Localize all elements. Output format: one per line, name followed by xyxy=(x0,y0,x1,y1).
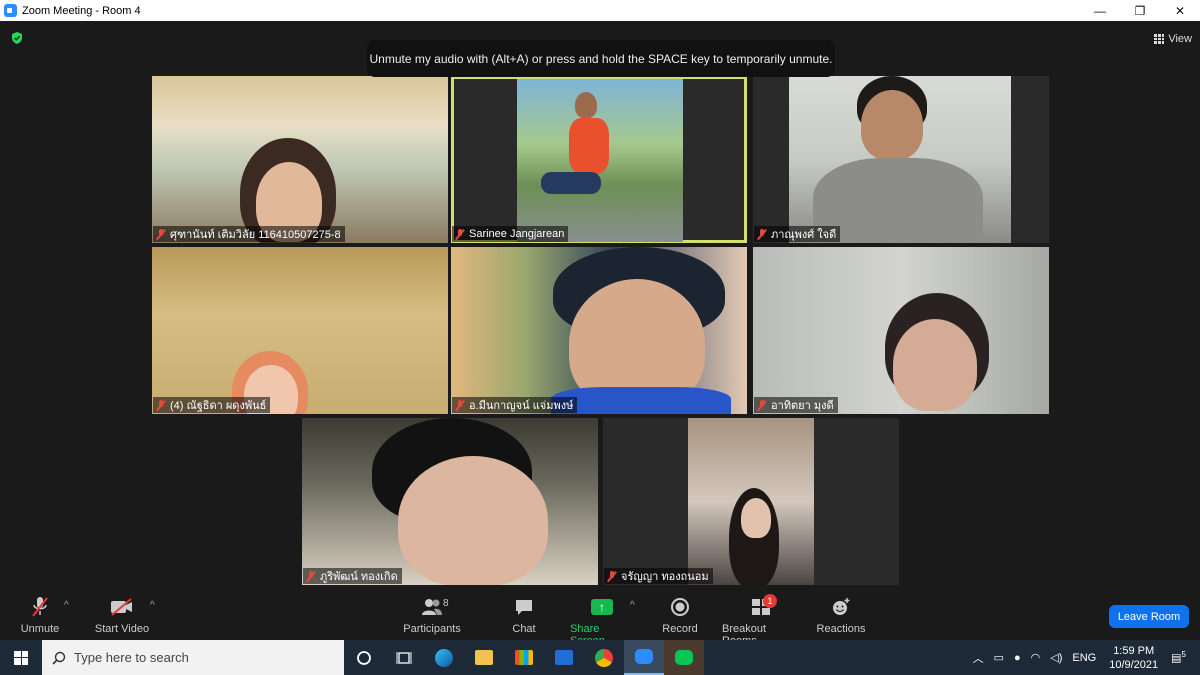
search-icon xyxy=(52,651,66,665)
mic-muted-icon xyxy=(757,228,767,240)
clock-date: 10/9/2021 xyxy=(1109,658,1159,671)
reactions-label: Reactions xyxy=(816,623,866,635)
video-tile[interactable]: ภาณุพงศ์ ใจดี xyxy=(753,76,1049,243)
minimize-button[interactable]: — xyxy=(1080,0,1120,21)
notification-count: 5 xyxy=(1181,650,1186,660)
participant-name-bar: ภาณุพงศ์ ใจดี xyxy=(754,226,841,242)
share-options-chevron-icon[interactable]: ^ xyxy=(630,600,635,611)
microphone-icon[interactable]: ● xyxy=(1009,652,1026,664)
video-off-icon xyxy=(110,596,134,618)
video-tile[interactable]: อาทิตยา มุงดี xyxy=(753,247,1049,414)
unmute-label: Unmute xyxy=(20,623,60,635)
video-tile[interactable]: ศุฑานันท์ เติมวิลัย 116410507275-8 xyxy=(152,76,448,243)
line-app-icon[interactable] xyxy=(664,640,704,675)
participant-name: อ.มีนกาญจน์ แจ่มพงษ์ xyxy=(469,400,574,412)
mic-muted-icon xyxy=(455,228,465,240)
title-bar: Zoom Meeting - Room 4 — ❐ ✕ xyxy=(0,0,1200,21)
start-video-button[interactable]: Start Video xyxy=(94,596,150,635)
unmute-tooltip: Unmute my audio with (Alt+A) or press an… xyxy=(367,40,835,77)
record-label: Record xyxy=(662,623,698,635)
video-tile[interactable]: ภูริพัฒน์ ทองเกิด xyxy=(302,418,598,585)
window-title: Zoom Meeting - Room 4 xyxy=(22,4,141,17)
participant-name: ภูริพัฒน์ ทองเกิด xyxy=(320,571,398,583)
mic-muted-icon xyxy=(757,399,767,411)
mic-muted-icon xyxy=(156,399,166,411)
mic-muted-icon xyxy=(31,596,49,618)
participant-name-bar: อ.มีนกาญจน์ แจ่มพงษ์ xyxy=(452,397,578,413)
participant-name-bar: ภูริพัฒน์ ทองเกิด xyxy=(303,568,402,584)
windows-logo-icon xyxy=(14,650,28,665)
participant-name-bar: Sarinee Jangjarean xyxy=(452,226,569,242)
file-explorer-icon[interactable] xyxy=(464,640,504,675)
wifi-icon[interactable]: ◠ xyxy=(1026,651,1046,664)
battery-icon[interactable]: ▭ xyxy=(989,651,1009,664)
video-tile-active-speaker[interactable]: Sarinee Jangjarean xyxy=(451,76,747,243)
chat-label: Chat xyxy=(512,623,536,635)
record-icon xyxy=(670,596,690,618)
mail-icon[interactable] xyxy=(544,640,584,675)
mic-muted-icon xyxy=(156,228,166,240)
zoom-taskbar-icon[interactable] xyxy=(624,640,664,675)
audio-options-chevron-icon[interactable]: ^ xyxy=(64,600,69,611)
edge-icon[interactable] xyxy=(424,640,464,675)
share-screen-icon: ↑ xyxy=(591,596,613,618)
mic-muted-icon xyxy=(306,570,316,582)
reactions-icon xyxy=(831,596,851,618)
language-indicator[interactable]: ENG xyxy=(1067,652,1101,664)
video-tile[interactable]: (4) ณัฐธิดา ผดุงพันธ์ xyxy=(152,247,448,414)
participant-name: ศุฑานันท์ เติมวิลัย 116410507275-8 xyxy=(170,229,341,241)
unmute-button[interactable]: Unmute xyxy=(20,596,60,635)
start-button[interactable] xyxy=(0,640,42,675)
participant-name: จรัญญา ทองถนอม xyxy=(621,571,709,583)
chat-button[interactable]: Chat xyxy=(508,596,540,635)
participant-name: อาทิตยา มุงดี xyxy=(771,400,834,412)
breakout-rooms-icon: 1 xyxy=(751,594,777,618)
participant-name: Sarinee Jangjarean xyxy=(469,228,565,240)
meeting-toolbar: Unmute ^ Start Video ^ 8 Participants Ch… xyxy=(0,592,1200,647)
grid-view-icon xyxy=(1154,34,1165,44)
windows-taskbar: Type here to search ︿ ▭ ● ◠ ◁) ENG 1:59 … xyxy=(0,640,1200,675)
clock[interactable]: 1:59 PM 10/9/2021 xyxy=(1101,644,1166,672)
shield-icon[interactable] xyxy=(10,31,24,45)
video-tile[interactable]: อ.มีนกาญจน์ แจ่มพงษ์ xyxy=(451,247,747,414)
participant-name-bar: (4) ณัฐธิดา ผดุงพันธ์ xyxy=(153,397,271,413)
search-placeholder: Type here to search xyxy=(74,650,189,665)
reactions-button[interactable]: Reactions xyxy=(816,596,866,635)
start-video-label: Start Video xyxy=(94,623,150,635)
zoom-app-icon xyxy=(4,4,17,17)
microsoft-store-icon[interactable] xyxy=(504,640,544,675)
taskbar-search-box[interactable]: Type here to search xyxy=(42,640,344,675)
participant-name-bar: จรัญญา ทองถนอม xyxy=(604,568,713,584)
participants-label: Participants xyxy=(403,623,461,635)
system-tray: ︿ ▭ ● ◠ ◁) ENG 1:59 PM 10/9/2021 ▤5 xyxy=(968,640,1200,675)
clock-time: 1:59 PM xyxy=(1113,644,1155,657)
cortana-icon[interactable] xyxy=(344,640,384,675)
window-controls: — ❐ ✕ xyxy=(1080,0,1200,21)
participant-name: (4) ณัฐธิดา ผดุงพันธ์ xyxy=(170,400,267,412)
record-button[interactable]: Record xyxy=(662,596,698,635)
participant-name: ภาณุพงศ์ ใจดี xyxy=(771,229,837,241)
video-options-chevron-icon[interactable]: ^ xyxy=(150,600,155,611)
chat-icon xyxy=(514,596,534,618)
volume-icon[interactable]: ◁) xyxy=(1045,651,1067,664)
participant-name-bar: ศุฑานันท์ เติมวิลัย 116410507275-8 xyxy=(153,226,345,242)
notifications-icon[interactable]: ▤5 xyxy=(1166,650,1200,665)
participants-button[interactable]: 8 Participants xyxy=(403,596,461,635)
mic-muted-icon xyxy=(607,570,617,582)
participant-name-bar: อาทิตยา มุงดี xyxy=(754,397,838,413)
chrome-icon[interactable] xyxy=(584,640,624,675)
view-label: View xyxy=(1168,33,1192,45)
zoom-window: Zoom Meeting - Room 4 — ❐ ✕ View ศุฑานัน… xyxy=(0,0,1200,647)
video-tile[interactable]: จรัญญา ทองถนอม xyxy=(603,418,899,585)
breakout-badge: 1 xyxy=(763,594,777,608)
restore-button[interactable]: ❐ xyxy=(1120,0,1160,21)
mic-muted-icon xyxy=(455,399,465,411)
show-hidden-icons-chevron-icon[interactable]: ︿ xyxy=(968,650,989,666)
view-button[interactable]: View xyxy=(1154,30,1192,48)
close-button[interactable]: ✕ xyxy=(1160,0,1200,21)
task-view-icon[interactable] xyxy=(384,640,424,675)
leave-room-button[interactable]: Leave Room xyxy=(1109,605,1189,628)
participants-count: 8 xyxy=(443,598,449,609)
participants-icon: 8 xyxy=(421,596,449,618)
